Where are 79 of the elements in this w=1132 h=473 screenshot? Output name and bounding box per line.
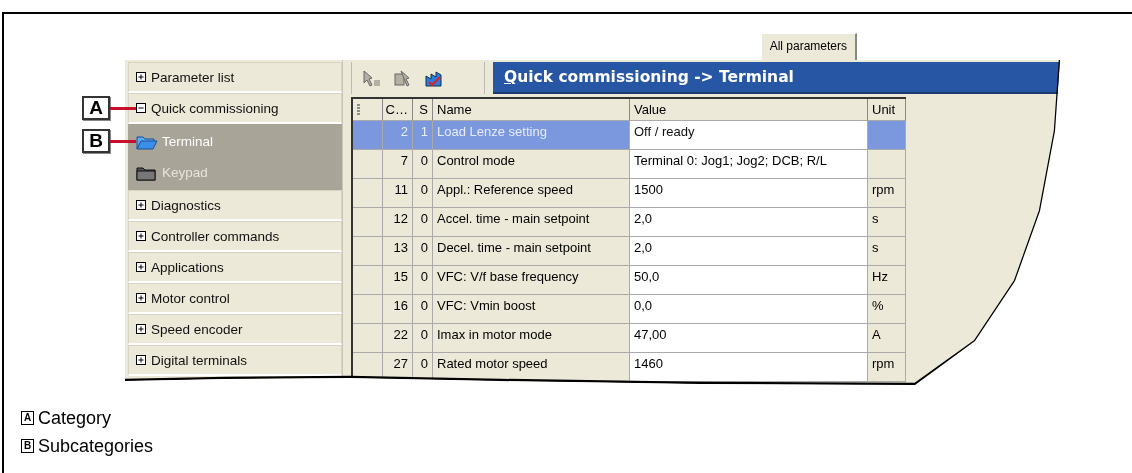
table-row[interactable]: 7 0 Control mode Terminal 0: Jog1; Jog2; DCB; R/L <box>353 150 906 179</box>
category-item[interactable]: Diagnostics <box>128 190 342 221</box>
table-cell: 2,0 <box>634 211 653 226</box>
open-folder-icon <box>136 133 158 150</box>
category-item[interactable]: Digital terminals <box>128 345 342 376</box>
table-cell: 22 <box>393 327 408 342</box>
table-cell: Accel. time - main setpoint <box>437 211 590 226</box>
table-cell: 2,0 <box>634 240 653 255</box>
table-cell: 0 <box>420 269 428 284</box>
column-header[interactable]: Name <box>433 99 630 121</box>
legend-text: Category <box>38 407 112 429</box>
table-cell: 47,00 <box>634 327 667 342</box>
category-item[interactable]: Speed encoder <box>128 314 342 345</box>
table-cell: 27 <box>393 356 408 371</box>
panel-title: Quick commissioning -> Terminal <box>493 62 1060 94</box>
table-cell: 11 <box>394 182 408 197</box>
table-cell: s <box>872 240 879 255</box>
category-item[interactable]: Controller commands <box>128 221 342 252</box>
table-cell: Load Lenze setting <box>437 124 547 139</box>
table-cell: 13 <box>393 240 408 255</box>
table-cell: 7 <box>400 153 408 168</box>
table-cell: rpm <box>872 182 895 197</box>
table-cell: rpm <box>872 356 895 371</box>
callout-label: A <box>82 96 110 120</box>
column-header[interactable]: S <box>413 99 433 121</box>
table-cell: 0 <box>420 356 428 371</box>
table-cell: 0 <box>420 153 428 168</box>
table-cell: 0 <box>420 211 428 226</box>
callout-label: B <box>82 129 110 153</box>
table-cell: Imax in motor mode <box>437 327 552 342</box>
table-cell: 12 <box>393 211 408 226</box>
table-row[interactable]: 27 0 Rated motor speed 1460 rpm <box>353 353 906 382</box>
table-cell: 1 <box>420 124 428 139</box>
key-label: B <box>21 439 34 453</box>
table-row[interactable]: 13 0 Decel. time - main setpoint 2,0 s <box>353 237 906 266</box>
table-cell: Hz <box>872 269 888 284</box>
table-cell: Appl.: Reference speed <box>437 182 573 197</box>
table-cell: 0,0 <box>634 298 653 313</box>
legend-text: Subcategories <box>38 435 154 457</box>
table-cell: % <box>872 298 884 313</box>
category-item[interactable]: Parameter list <box>128 62 342 93</box>
leader-line <box>110 107 136 110</box>
table-cell: A <box>872 327 881 342</box>
table-cell: Rated motor speed <box>437 356 548 371</box>
table-cell: 0 <box>420 327 428 342</box>
column-header[interactable]: Unit <box>868 99 906 121</box>
table-cell: 0 <box>420 240 428 255</box>
table-cell: 15 <box>393 269 408 284</box>
key-label: A <box>21 411 34 425</box>
category-item[interactable]: Motor control <box>128 283 342 314</box>
table-cell: s <box>872 211 879 226</box>
table-row[interactable]: 2 1 Load Lenze setting Off / ready <box>353 121 906 150</box>
table-cell: 1500 <box>634 182 663 197</box>
table-cell: Terminal 0: Jog1; Jog2; DCB; R/L <box>634 153 827 168</box>
table-row[interactable]: 16 0 VFC: Vmin boost 0,0 % <box>353 295 906 324</box>
table-cell: 16 <box>393 298 408 313</box>
table-cell: 2 <box>400 124 408 139</box>
leader-line <box>110 140 136 143</box>
table-cell: 0 <box>420 182 428 197</box>
table-cell: VFC: Vmin boost <box>437 298 536 313</box>
table-cell: VFC: V/f base frequency <box>437 269 579 284</box>
table-row[interactable]: 11 0 Appl.: Reference speed 1500 rpm <box>353 179 906 208</box>
column-header[interactable]: Value <box>630 99 868 121</box>
folder-icon <box>136 164 158 181</box>
tab[interactable]: All parameters <box>760 33 857 60</box>
table-cell: 1460 <box>634 356 663 371</box>
table-cell: 0 <box>420 298 428 313</box>
table-cell: Control mode <box>437 153 516 168</box>
category-item[interactable]: Quick commissioning <box>128 93 342 124</box>
table-cell: 50,0 <box>634 269 660 284</box>
category-item[interactable]: Applications <box>128 252 342 283</box>
grip-icon <box>357 103 361 116</box>
table-row[interactable]: 15 0 VFC: V/f base frequency 50,0 Hz <box>353 266 906 295</box>
table-cell: Off / ready <box>634 124 695 139</box>
column-header[interactable]: C… <box>383 99 413 121</box>
cursor-icon <box>360 68 382 88</box>
table-row[interactable]: 12 0 Accel. time - main setpoint 2,0 s <box>353 208 906 237</box>
table-row[interactable]: 22 0 Imax in motor mode 47,00 A <box>353 324 906 353</box>
table-cell: Decel. time - main setpoint <box>437 240 591 255</box>
